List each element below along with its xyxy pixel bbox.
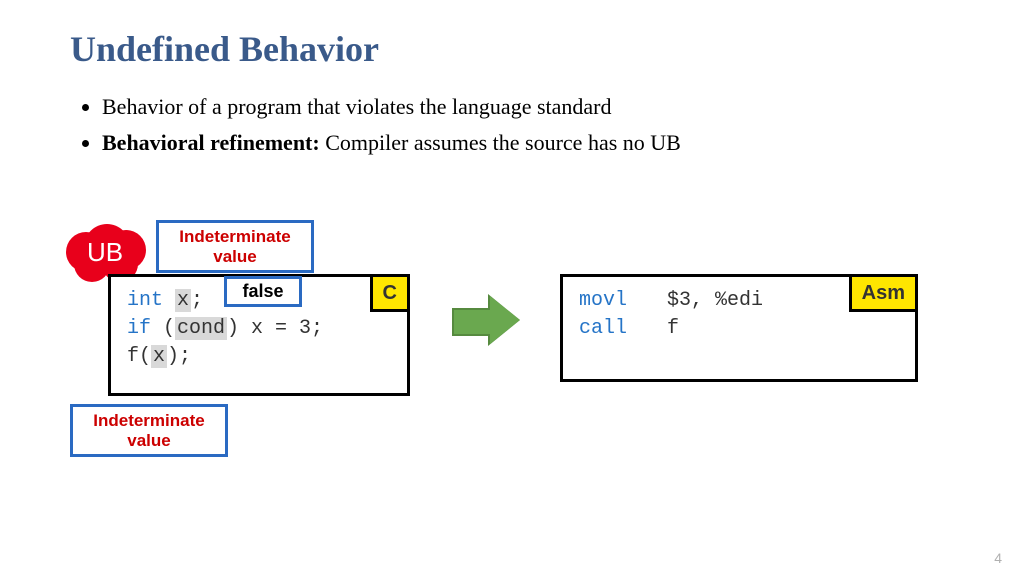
asm-op-movl: movl xyxy=(579,287,667,315)
asm-args-1: $3, %edi xyxy=(667,289,763,312)
c-semi: ; xyxy=(191,289,203,312)
c-code-box: C int x; if (cond) x = 3; f(x); xyxy=(108,274,410,396)
c-cond: cond xyxy=(175,317,227,340)
ub-cloud-badge: UB xyxy=(66,224,144,278)
bullet-2-label: Behavioral refinement: xyxy=(102,130,320,155)
c-call-prefix: f( xyxy=(127,345,151,368)
asm-code-box: Asm movl$3, %edi callf xyxy=(560,274,918,382)
c-tag: C xyxy=(370,274,410,312)
c-var-x-use: x xyxy=(151,345,167,368)
bullet-2: Behavioral refinement: Compiler assumes … xyxy=(102,128,954,158)
bullet-list: Behavior of a program that violates the … xyxy=(80,92,954,157)
c-var-x-decl: x xyxy=(175,289,191,312)
asm-args-2: f xyxy=(667,317,679,340)
callout-indeterminate-top: Indeterminate value xyxy=(156,220,314,273)
c-close-assign: ) x = 3; xyxy=(227,317,323,340)
callout-false: false xyxy=(224,276,302,307)
asm-op-call: call xyxy=(579,315,667,343)
slide-title: Undefined Behavior xyxy=(70,28,954,70)
ub-label: UB xyxy=(66,224,144,280)
c-call-suffix: ); xyxy=(167,345,191,368)
bullet-2-rest: Compiler assumes the source has no UB xyxy=(320,130,681,155)
page-number: 4 xyxy=(994,550,1002,566)
callout-indeterminate-bottom: Indeterminate value xyxy=(70,404,228,457)
bullet-1: Behavior of a program that violates the … xyxy=(102,92,954,122)
arrow-icon xyxy=(452,296,522,344)
c-kw-if: if xyxy=(127,317,151,340)
c-openparen: ( xyxy=(151,317,175,340)
asm-tag: Asm xyxy=(849,274,918,312)
c-kw-int: int xyxy=(127,289,163,312)
